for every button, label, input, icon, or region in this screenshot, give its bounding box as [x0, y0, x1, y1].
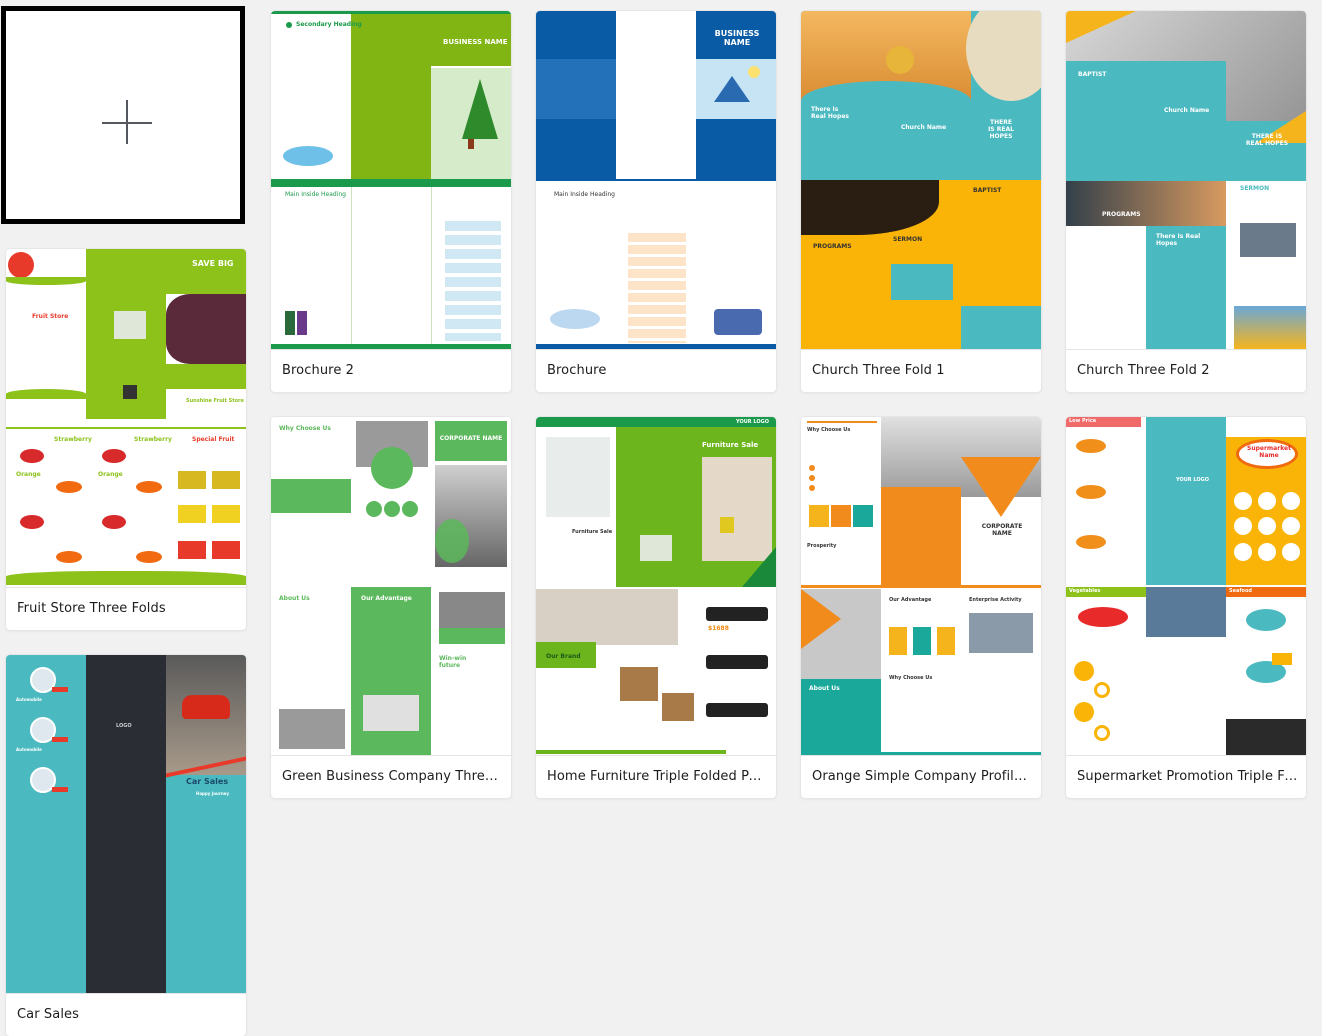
thumb-business-name: BUSINESS NAME — [714, 29, 760, 47]
template-thumbnail: Automobile Automobile LOGO Car Sales Hap… — [6, 655, 246, 994]
thumb-logo: LOGO — [116, 723, 132, 729]
template-title: Brochure 2 — [282, 363, 355, 378]
template-title: Brochure — [547, 363, 607, 378]
thumb-enterprise: Enterprise Activity — [969, 597, 1022, 603]
thumb-car-sales: Car Sales — [186, 777, 229, 786]
thumb-big-title: THERE IS REAL HOPES — [988, 119, 1014, 140]
template-thumbnail: Why Choose Us CORPORATE NAME About Us Ou… — [271, 417, 511, 756]
thumb-church-name: Church Name — [901, 124, 947, 131]
thumb-why-2: Why Choose Us — [889, 675, 933, 681]
thumb-save-big: SAVE BIG — [192, 259, 234, 268]
thumb-business-name: BUSINESS NAME — [443, 38, 508, 46]
thumb-inside-heading: Main Inside Heading — [285, 191, 346, 198]
thumb-item: Automobile — [16, 747, 42, 752]
thumb-brand: Our Brand — [546, 653, 581, 660]
thumb-sunshine: Sunshine Fruit Store — [186, 398, 244, 404]
thumb-sermon: SERMON — [1240, 185, 1270, 192]
thumb-about: About Us — [279, 595, 310, 602]
thumb-church-name: Church Name — [1164, 107, 1210, 114]
thumb-why: Why Choose Us — [279, 425, 331, 432]
thumb-sub: Happy Journey — [196, 791, 229, 796]
template-thumbnail: SAVE BIG Fruit Store Sunshine Fruit Stor… — [6, 249, 246, 588]
thumb-supermarket-name: Supermarket Name — [1247, 445, 1291, 459]
template-card-brochure-2[interactable]: Secondary Heading BUSINESS NAME Main Ins… — [271, 11, 511, 392]
template-thumbnail: There Is Real Hopes Church Name THERE IS… — [801, 11, 1041, 350]
thumb-sermon: SERMON — [893, 236, 923, 243]
thumb-programs: PROGRAMS — [1102, 211, 1141, 218]
template-card-supermarket[interactable]: Low Price YOUR LOGO Supermarket Name Veg… — [1066, 417, 1306, 798]
thumb-veg: Vegetables — [1069, 588, 1101, 594]
thumb-corporate: CORPORATE NAME — [439, 435, 503, 442]
thumb-heading: Secondary Heading — [296, 21, 362, 28]
thumb-big-title: THERE IS REAL HOPES — [1245, 133, 1289, 147]
template-title: Car Sales — [17, 1007, 80, 1022]
template-title: Church Three Fold 2 — [1077, 363, 1210, 378]
template-title: Supermarket Promotion Triple Fol... — [1077, 769, 1298, 784]
thumb-furniture-sale: Furniture Sale — [702, 441, 759, 449]
thumb-price: $1688 — [708, 625, 729, 632]
template-card-green-business[interactable]: Why Choose Us CORPORATE NAME About Us Ou… — [271, 417, 511, 798]
thumb-logo: YOUR LOGO — [1176, 477, 1209, 483]
template-title: Green Business Company Three F... — [282, 769, 503, 784]
template-thumbnail: Low Price YOUR LOGO Supermarket Name Veg… — [1066, 417, 1306, 756]
template-card-orange-company[interactable]: Why Choose Us Prosperity CORPORATE NAME … — [801, 417, 1041, 798]
thumb-advantage: Our Advantage — [889, 597, 932, 603]
thumb-baptist: BAPTIST — [1078, 71, 1107, 78]
template-thumbnail: Why Choose Us Prosperity CORPORATE NAME … — [801, 417, 1041, 756]
thumb-orange: Orange — [16, 471, 41, 478]
template-thumbnail: BAPTIST Church Name THERE IS REAL HOPES … — [1066, 11, 1306, 350]
template-thumbnail: YOUR LOGO Furniture Sale Furniture Sale … — [536, 417, 776, 756]
thumb-winwin: Win-win future — [439, 655, 467, 669]
template-thumbnail: BUSINESS NAME Main Inside Heading — [536, 11, 776, 350]
thumb-item: Automobile — [16, 697, 42, 702]
template-card-brochure[interactable]: BUSINESS NAME Main Inside Heading Brochu… — [536, 11, 776, 392]
thumb-programs: PROGRAMS — [813, 243, 852, 250]
template-card-fruit-store[interactable]: SAVE BIG Fruit Store Sunshine Fruit Stor… — [6, 249, 246, 630]
thumb-baptist: BAPTIST — [973, 187, 1002, 194]
thumb-orange: Orange — [98, 471, 123, 478]
thumb-why: Why Choose Us — [807, 427, 851, 433]
thumb-low-price: Low Price — [1069, 418, 1097, 424]
template-title: Church Three Fold 1 — [812, 363, 945, 378]
thumb-logo: YOUR LOGO — [736, 419, 769, 425]
thumb-corporate: CORPORATE NAME — [981, 523, 1023, 537]
template-title: Fruit Store Three Folds — [17, 601, 166, 616]
thumb-furniture-sale-2: Furniture Sale — [572, 529, 613, 535]
thumb-about: About Us — [809, 685, 840, 692]
template-card-car-sales[interactable]: Automobile Automobile LOGO Car Sales Hap… — [6, 655, 246, 1036]
thumb-prosperity: Prosperity — [807, 543, 837, 549]
template-card-church-2[interactable]: BAPTIST Church Name THERE IS REAL HOPES … — [1066, 11, 1306, 392]
thumb-strawberry: Strawberry — [54, 436, 92, 443]
thumb-hopes: There Is Real Hopes — [1156, 233, 1201, 247]
template-thumbnail: Secondary Heading BUSINESS NAME Main Ins… — [271, 11, 511, 350]
template-card-church-1[interactable]: There Is Real Hopes Church Name THERE IS… — [801, 11, 1041, 392]
thumb-hopes: There Is Real Hopes — [811, 106, 849, 120]
thumb-special: Special Fruit — [192, 436, 235, 443]
new-template-button[interactable] — [1, 6, 245, 224]
template-card-home-furniture[interactable]: YOUR LOGO Furniture Sale Furniture Sale … — [536, 417, 776, 798]
thumb-fruit-store: Fruit Store — [32, 313, 69, 320]
thumb-strawberry: Strawberry — [134, 436, 172, 443]
plus-icon-vertical — [126, 100, 128, 144]
thumb-seafood: Seafood — [1229, 588, 1252, 594]
thumb-advantage: Our Advantage — [361, 595, 412, 602]
thumb-inside-heading: Main Inside Heading — [554, 191, 615, 198]
template-title: Home Furniture Triple Folded Pages — [547, 769, 768, 784]
template-title: Orange Simple Company Profile Tr... — [812, 769, 1033, 784]
